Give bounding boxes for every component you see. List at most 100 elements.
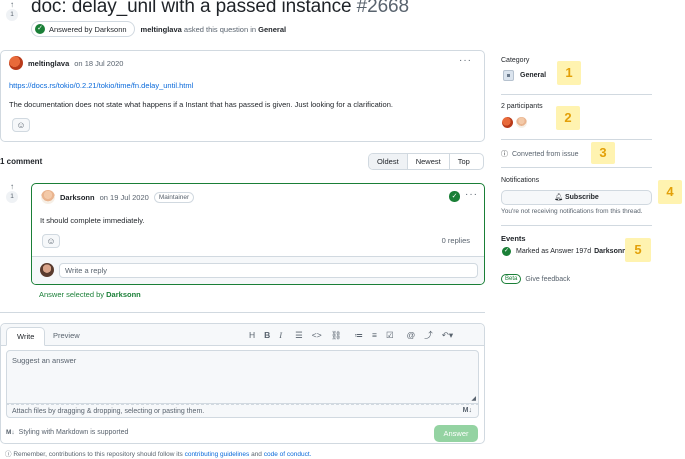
upvote-count: 1 [6, 191, 18, 203]
avatar [40, 263, 54, 277]
kebab-horizontal-icon[interactable]: ··· [459, 55, 472, 66]
category-value: General [520, 72, 547, 79]
converted-note: ⓘ Converted from issue [501, 149, 579, 159]
markdown-note-text[interactable]: Styling with Markdown is supported [19, 429, 129, 436]
answer-author[interactable]: Darksonn [60, 193, 95, 202]
subscribe-label: Subscribe [564, 194, 599, 201]
code-icon[interactable]: <> [312, 330, 322, 340]
participant-avatar[interactable] [516, 117, 527, 128]
textarea-placeholder: Suggest an answer [12, 356, 77, 365]
answer-textarea[interactable]: Suggest an answer ◢ [6, 350, 479, 404]
post-link[interactable]: https://docs.rs/tokio/0.2.21/tokio/time/… [9, 81, 193, 90]
category-link[interactable]: General [258, 25, 286, 34]
annotation-badge-5: 5 [625, 238, 651, 262]
tasklist-icon[interactable]: ☑ [386, 330, 394, 341]
contributing-guidelines-link[interactable]: contributing guidelines [185, 451, 250, 458]
title-text: doc: delay_unil with a passed instance [31, 0, 352, 17]
comment-count: 1 comment [0, 157, 43, 166]
sort-newest[interactable]: Newest [406, 154, 449, 169]
mention-icon[interactable]: @ [407, 330, 416, 340]
page-title: doc: delay_unil with a passed instance #… [31, 0, 409, 18]
answered-label: Answered by Darksonn [49, 24, 127, 34]
check-circle-icon: ✓ [502, 247, 511, 256]
events-heading: Events [501, 234, 526, 243]
and-text: and [251, 451, 262, 458]
reply-input[interactable]: Write a reply [59, 263, 478, 278]
asked-text: asked this question in [183, 24, 257, 34]
resize-handle-icon[interactable]: ◢ [471, 395, 476, 402]
sort-top[interactable]: Top [448, 154, 478, 169]
discussion-number: #2668 [356, 0, 409, 17]
answer-header: Darksonn on 19 Jul 2020 Maintainer [41, 190, 195, 204]
markdown-icon: M↓ [6, 429, 15, 436]
answer-check-icon: ✓ [449, 191, 460, 202]
cross-reference-icon[interactable]: ⤴ [424, 329, 433, 341]
italic-icon[interactable]: I [279, 330, 282, 340]
participant-avatar[interactable] [502, 117, 513, 128]
answered-badge[interactable]: ✓ Answered by Darksonn [31, 21, 135, 37]
bold-icon[interactable]: B [264, 330, 270, 340]
attach-files-bar[interactable]: Attach files by dragging & dropping, sel… [6, 404, 479, 418]
original-post: meltinglava on 18 Jul 2020 ··· https://d… [0, 50, 485, 142]
sort-control: Oldest Newest Top [368, 153, 484, 170]
sidebar-divider [501, 94, 652, 95]
notifications-heading: Notifications [501, 177, 540, 184]
arrow-up-icon: ↑ [10, 182, 14, 191]
annotation-badge-1: 1 [557, 61, 581, 85]
tab-write[interactable]: Write [6, 327, 46, 346]
answer-upvote[interactable]: ↑ 1 [6, 183, 18, 203]
avatar[interactable] [9, 56, 23, 70]
link-icon[interactable]: ⛓ [331, 330, 342, 341]
post-date[interactable]: on 18 Jul 2020 [74, 59, 123, 68]
sidebar-divider [501, 167, 652, 168]
issue-opened-icon: ⓘ [501, 151, 508, 158]
add-reaction-button[interactable]: ☺ [12, 118, 30, 132]
add-reaction-button[interactable]: ☺ [42, 234, 60, 248]
kebab-horizontal-icon[interactable]: ··· [465, 189, 478, 200]
divider [0, 312, 485, 313]
reminder-text: Remember, contributions to this reposito… [13, 451, 183, 458]
title-meta: ✓ Answered by Darksonn meltinglava asked… [31, 21, 286, 37]
post-author[interactable]: meltinglava [28, 59, 69, 68]
markdown-icon: M↓ [462, 407, 472, 414]
quote-icon[interactable]: ☰ [295, 330, 303, 341]
upvote-count: 1 [6, 9, 18, 21]
code-of-conduct-link[interactable]: code of conduct. [264, 451, 312, 458]
subscribe-button[interactable]: 🔔︎ Subscribe [501, 190, 652, 205]
beta-badge: Beta [501, 274, 522, 284]
annotation-badge-2: 2 [556, 106, 580, 130]
ordered-list-icon[interactable]: ≡ [372, 330, 377, 340]
category-icon [503, 70, 514, 81]
sidebar-divider [501, 139, 652, 140]
event-item: ✓ Marked as Answer 197d Darksonn [502, 247, 626, 256]
answer-date[interactable]: on 19 Jul 2020 [100, 193, 149, 202]
participants-heading: 2 participants [501, 103, 543, 110]
answer-selected-note: Answer selected by Darksonn [39, 290, 141, 299]
reply-icon[interactable]: ↶▾ [442, 330, 453, 341]
participants-list [502, 117, 527, 128]
question-upvote[interactable]: ↑ 1 [6, 1, 18, 21]
sort-oldest[interactable]: Oldest [369, 154, 407, 169]
heading-icon[interactable]: H [249, 330, 255, 340]
asker-link[interactable]: meltinglava [141, 25, 182, 34]
unordered-list-icon[interactable]: ≔ [354, 330, 363, 341]
category-item[interactable]: General [503, 70, 546, 81]
smiley-icon: ☺ [16, 120, 26, 130]
answer-submit-button[interactable]: Answer [434, 425, 478, 442]
event-text: Marked as Answer 197d [516, 248, 592, 255]
avatar[interactable] [41, 190, 55, 204]
event-actor-link[interactable]: Darksonn [594, 248, 626, 255]
markdown-note: M↓ Styling with Markdown is supported [6, 429, 128, 436]
give-feedback-link[interactable]: Give feedback [525, 276, 570, 283]
annotation-badge-4: 4 [658, 180, 682, 204]
bell-icon: 🔔︎ [554, 194, 564, 201]
post-header: meltinglava on 18 Jul 2020 [9, 56, 123, 70]
post-body: The documentation does not state what ha… [9, 100, 393, 109]
maintainer-badge: Maintainer [153, 191, 195, 203]
sidebar-divider [501, 225, 652, 226]
tab-preview[interactable]: Preview [43, 327, 90, 345]
selected-by-link[interactable]: Darksonn [106, 290, 141, 299]
answer-body: It should complete immediately. [40, 216, 145, 225]
converted-text[interactable]: Converted from issue [512, 151, 579, 158]
arrow-up-icon: ↑ [10, 0, 14, 9]
